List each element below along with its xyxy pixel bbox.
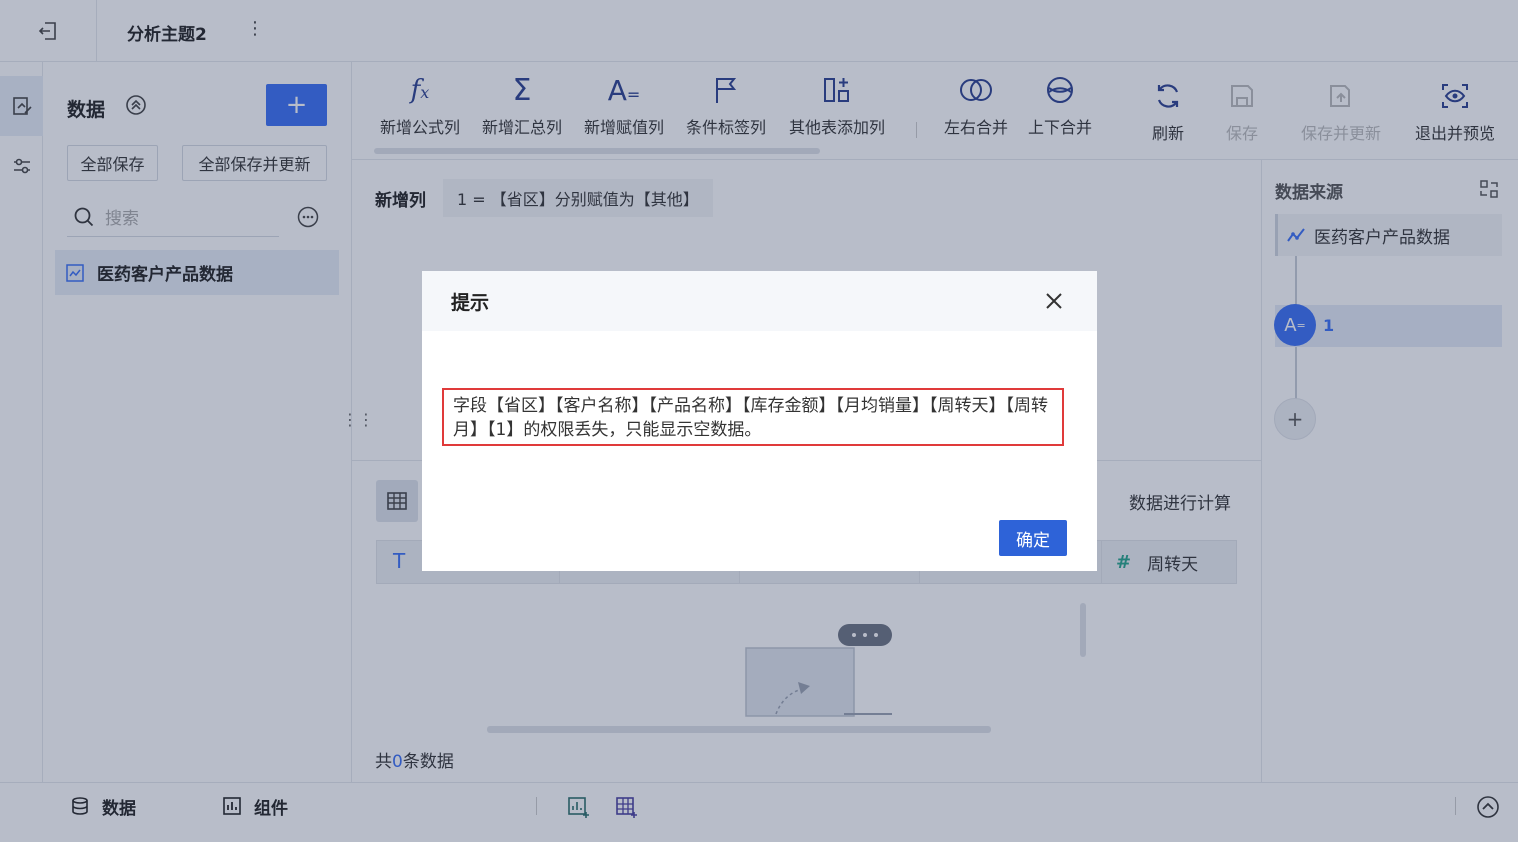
dialog-title: 提示 <box>451 291 490 314</box>
confirm-button[interactable]: 确定 <box>999 520 1067 556</box>
alert-dialog: 提示 字段【省区】【客户名称】【产品名称】【库存金额】【月均销量】【周转天】【周… <box>422 271 1097 571</box>
close-icon[interactable] <box>1044 291 1064 311</box>
dialog-header: 提示 <box>422 271 1097 331</box>
dialog-message: 字段【省区】【客户名称】【产品名称】【库存金额】【月均销量】【周转天】【周转月】… <box>442 388 1064 446</box>
